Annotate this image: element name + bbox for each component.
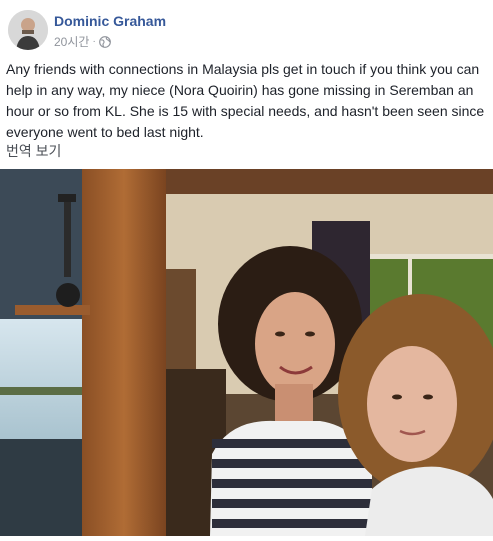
facebook-post: Dominic Graham 20시간 · Any friends with c… [0,0,493,536]
post-meta: 20시간 · [54,33,111,50]
meta-separator: · [92,36,96,47]
post-photo[interactable] [0,169,493,536]
post-timestamp[interactable]: 20시간 [54,33,89,50]
author-name[interactable]: Dominic Graham [54,13,166,29]
globe-icon[interactable] [98,35,111,48]
post-body-text: Any friends with connections in Malaysia… [6,61,485,140]
author-avatar[interactable] [8,10,48,50]
see-translation-link[interactable]: 번역 보기 [6,141,61,161]
post-header: Dominic Graham 20시간 · [8,10,488,52]
